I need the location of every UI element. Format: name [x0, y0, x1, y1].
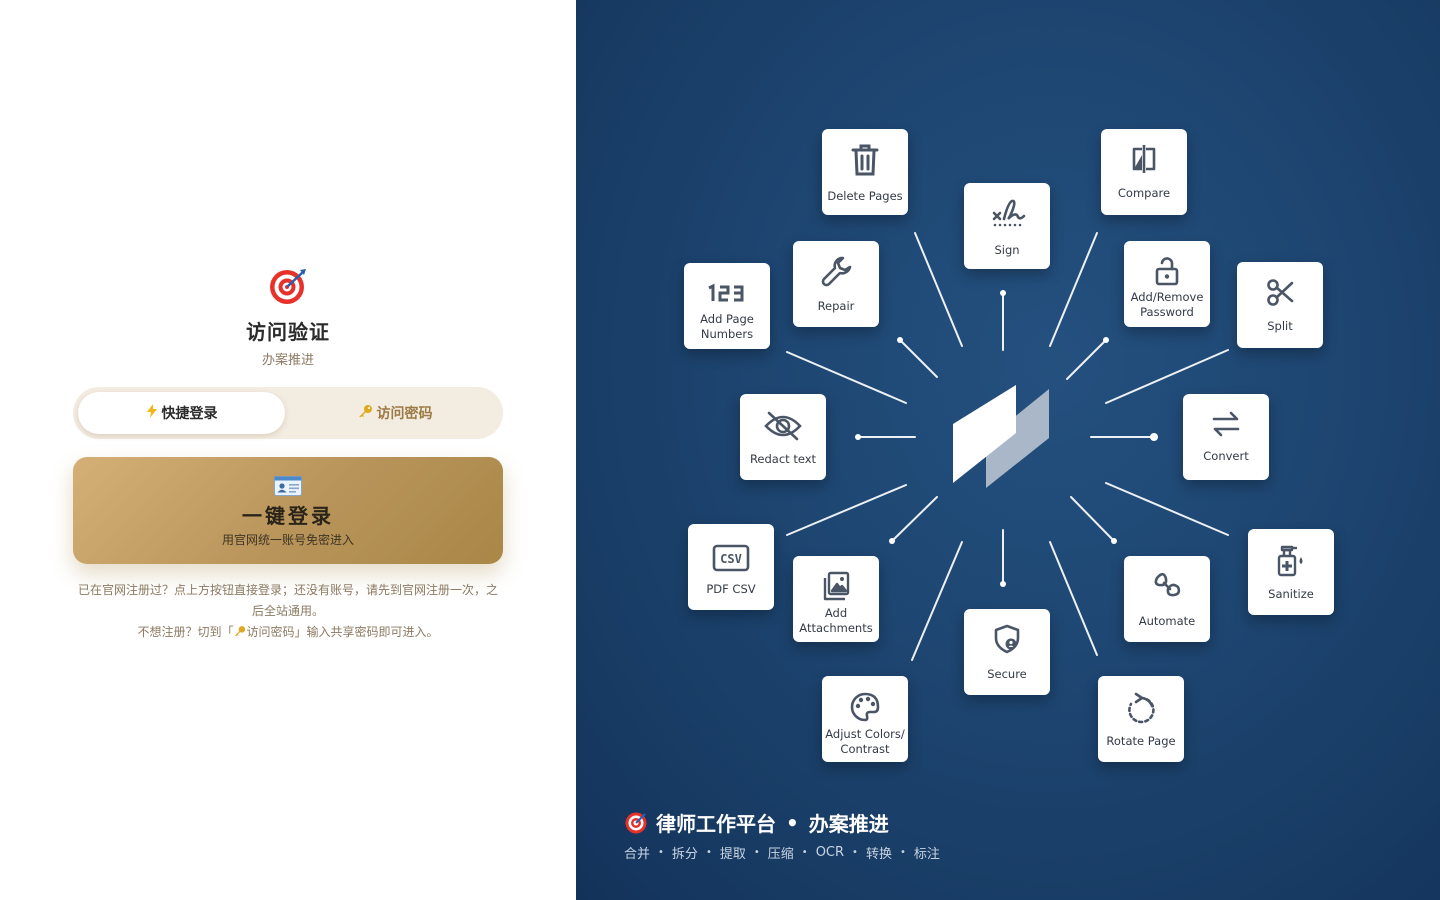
tool-repair[interactable]: Repair: [793, 241, 879, 327]
help-line: 不想注册？切到「 访问密码」输入共享密码即可进入。: [137, 625, 439, 639]
feature-tag: 合并: [624, 847, 651, 862]
tool-automate[interactable]: Automate: [1124, 556, 1210, 642]
signature-icon: [992, 199, 1026, 227]
trash-icon: [851, 144, 879, 176]
platform-title: 律师工作平台 • 办案推进: [624, 808, 889, 837]
page-numbers-icon: [708, 283, 744, 302]
help-line: 已在官网注册过？点上方按钮直接登录；还没有账号，请先到官网注册一次，之: [77, 583, 498, 597]
tab-label: 快捷登录: [161, 406, 218, 422]
shield-icon: [994, 624, 1020, 654]
feature-showcase-panel: Delete Pages Sign Compare Repair Add Pag…: [576, 0, 1440, 900]
id-card-icon: [274, 476, 302, 496]
feature-tag: 标注: [913, 847, 940, 862]
help-text: 已在官网注册过？点上方按钮直接登录；还没有账号，请先到官网注册一次，之 后全站通…: [73, 580, 503, 643]
tool-sign[interactable]: Sign: [964, 183, 1050, 269]
palette-icon: [850, 692, 880, 722]
lightning-icon: [146, 404, 158, 422]
page-subtitle: 办案推进: [261, 353, 314, 368]
login-tabs: 快捷登录 访问密码: [73, 387, 503, 439]
feature-tag: 提取: [719, 847, 746, 862]
feature-tag: 拆分: [671, 847, 698, 862]
tool-add-remove-password[interactable]: Add/Remove Password: [1124, 241, 1210, 327]
key-icon: [357, 404, 373, 422]
radial-rays: [786, 232, 1229, 661]
tool-sanitize[interactable]: Sanitize: [1248, 529, 1334, 615]
platform-title-right: 办案推进: [808, 812, 889, 836]
tool-add-attachments[interactable]: Add Attachments: [793, 556, 879, 642]
image-attachment-icon: [823, 571, 850, 601]
automate-icon: [1154, 572, 1181, 597]
one-click-login-sublabel: 用官网统一账号免密进入: [221, 533, 354, 547]
tool-convert[interactable]: Convert: [1183, 394, 1269, 480]
tool-adjust-colors-contrast[interactable]: Adjust Colors/ Contrast: [822, 676, 908, 762]
feature-tags: 合并 • 拆分 • 提取 • 压缩 • OCR • 转换 • 标注: [624, 845, 940, 862]
tab-access-password[interactable]: 访问密码: [291, 392, 498, 434]
feature-tag: 转换: [865, 847, 892, 862]
help-line: 后全站通用。: [251, 604, 324, 618]
login-panel: 访问验证 办案推进 快捷登录 访问密码 一键登录 用官网统一账号免密进入 已在官…: [0, 0, 576, 900]
tool-pdf-csv[interactable]: CSV PDF CSV: [688, 524, 774, 610]
key-icon: [235, 626, 246, 636]
rotate-icon: [1128, 692, 1155, 724]
brand-logo-icon: [953, 385, 1049, 488]
sanitizer-icon: [1277, 545, 1303, 577]
platform-title-separator: •: [786, 810, 799, 835]
unlock-icon: [1155, 257, 1179, 286]
svg-text:CSV: CSV: [720, 552, 742, 566]
feature-tag: OCR: [815, 845, 845, 860]
tool-rotate-page[interactable]: Rotate Page: [1098, 676, 1184, 762]
target-icon: [625, 812, 647, 833]
tool-add-page-numbers[interactable]: Add Page Numbers: [684, 263, 770, 349]
tool-delete-pages[interactable]: Delete Pages: [822, 129, 908, 215]
platform-title-left: 律师工作平台: [656, 812, 776, 836]
wrench-icon: [821, 256, 852, 287]
tab-label: 访问密码: [376, 406, 433, 422]
scissors-icon: [1267, 279, 1294, 306]
eye-off-icon: [764, 411, 802, 441]
tab-quick-login[interactable]: 快捷登录: [78, 392, 285, 434]
target-logo-icon: [270, 269, 306, 304]
tool-secure[interactable]: Secure: [964, 609, 1050, 695]
csv-icon: CSV: [712, 544, 750, 572]
tool-compare[interactable]: Compare: [1101, 129, 1187, 215]
one-click-login-label: 一键登录: [242, 504, 334, 528]
compare-icon: [1132, 145, 1156, 173]
tool-split[interactable]: Split: [1237, 262, 1323, 348]
feature-tag: 压缩: [767, 847, 794, 862]
arrows-swap-icon: [1212, 411, 1240, 437]
tool-redact-text[interactable]: Redact text: [740, 394, 826, 480]
page-title: 访问验证: [246, 320, 330, 344]
